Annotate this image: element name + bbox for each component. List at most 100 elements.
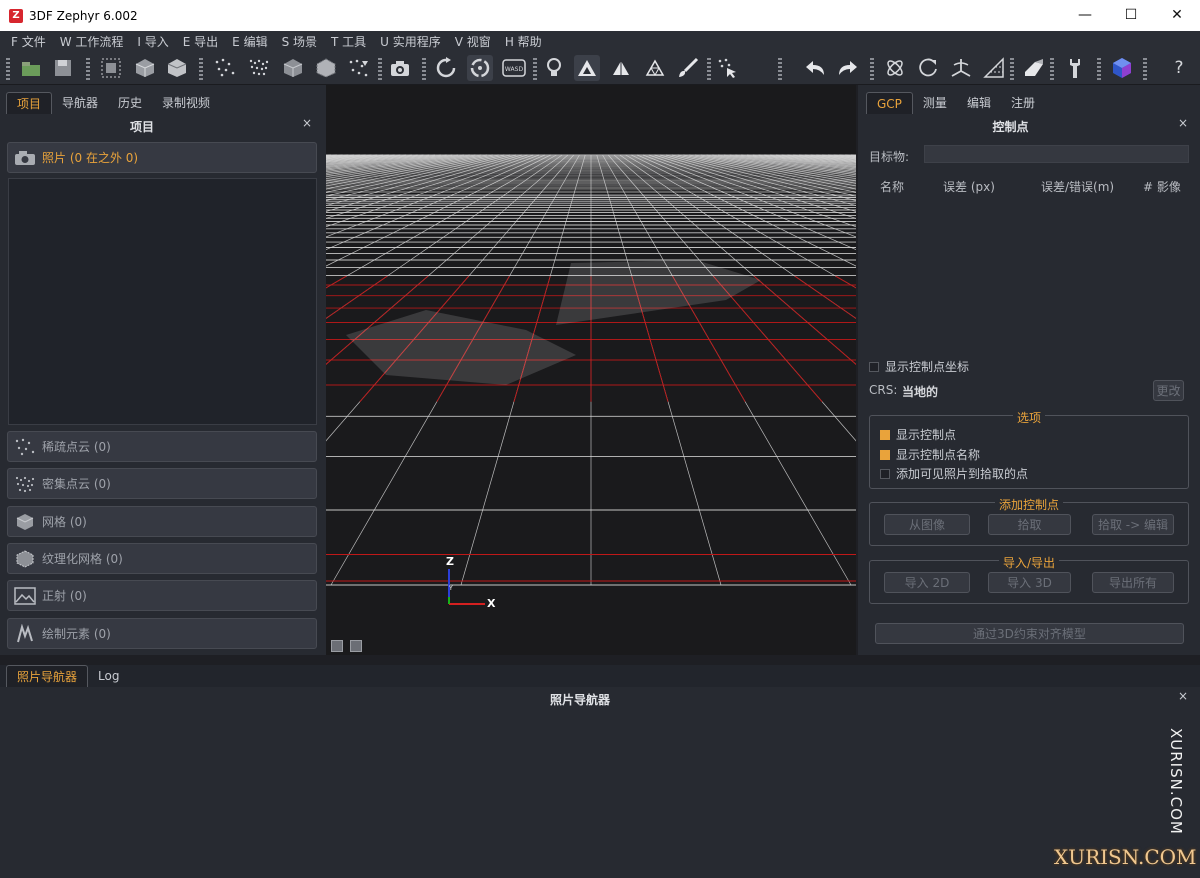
cube-logo-icon[interactable] — [1109, 55, 1135, 81]
shading-flat-icon[interactable] — [608, 55, 634, 81]
tab-record-video[interactable]: 录制视频 — [152, 92, 220, 114]
import-3d-button[interactable]: 导入 3D — [988, 572, 1071, 593]
menu-tools[interactable]: T 工具 — [324, 33, 373, 50]
tab-project[interactable]: 项目 — [6, 92, 53, 114]
undo-icon[interactable] — [802, 55, 828, 81]
gizmo-icon[interactable] — [948, 55, 974, 81]
menu-export[interactable]: E 导出 — [176, 33, 225, 50]
col-name[interactable]: 名称 — [880, 178, 904, 195]
draw-elements-label: 绘制元素 (0) — [42, 627, 111, 641]
import-2d-button[interactable]: 导入 2D — [884, 572, 970, 593]
menu-help[interactable]: H 帮助 — [498, 33, 549, 50]
menu-utilities[interactable]: U 实用程序 — [373, 33, 448, 50]
options-title: 选项 — [870, 409, 1188, 426]
textured-mesh-icon[interactable] — [313, 55, 339, 81]
wasd-icon[interactable]: WASD — [501, 55, 527, 81]
target-select[interactable] — [924, 145, 1189, 163]
pick-edit-button[interactable]: 拾取 -> 编辑 — [1092, 514, 1174, 535]
select-tool-icon[interactable] — [714, 55, 740, 81]
camera-icon — [14, 149, 36, 167]
mesh-icon[interactable] — [280, 55, 306, 81]
ground-grid — [326, 85, 856, 655]
checkbox-box — [869, 361, 879, 372]
orbit-icon[interactable] — [433, 55, 459, 81]
help-icon[interactable]: ? — [1166, 55, 1192, 81]
main-toolbar: WASD ? — [0, 52, 1200, 85]
pan-icon[interactable] — [467, 55, 493, 81]
viewport-corner-button-2[interactable] — [350, 640, 362, 652]
col-error-m[interactable]: 误差/错误(m) — [1041, 178, 1114, 195]
col-images[interactable]: # 影像 — [1143, 178, 1181, 195]
brush-icon[interactable] — [675, 55, 701, 81]
tab-gcp[interactable]: GCP — [866, 92, 913, 114]
atom-icon[interactable] — [882, 55, 908, 81]
control-points-close-icon[interactable]: × — [1178, 116, 1188, 130]
menu-edit[interactable]: E 编辑 — [225, 33, 274, 50]
wrench-icon[interactable] — [1062, 55, 1088, 81]
change-crs-button[interactable]: 更改 — [1153, 380, 1184, 401]
tab-measure[interactable]: 测量 — [913, 92, 957, 114]
shading-wire-icon[interactable] — [642, 55, 668, 81]
lift-icon[interactable] — [1021, 55, 1047, 81]
mesh-section[interactable]: 网格 (0) — [7, 506, 317, 537]
project-close-icon[interactable]: × — [302, 116, 312, 130]
cube-solid-icon[interactable] — [164, 55, 190, 81]
tab-history[interactable]: 历史 — [108, 92, 152, 114]
photo-navigator-area[interactable] — [0, 687, 1200, 878]
menu-workflow[interactable]: W 工作流程 — [53, 33, 131, 50]
tab-photo-navigator[interactable]: 照片导航器 — [6, 665, 89, 687]
tab-register[interactable]: 注册 — [1001, 92, 1045, 114]
show-coords-checkbox[interactable]: 显示控制点坐标 — [869, 358, 969, 375]
menu-file[interactable]: F 文件 — [4, 33, 53, 50]
add-gcp-title: 添加控制点 — [870, 496, 1188, 513]
cube-icon[interactable] — [132, 55, 158, 81]
horizon-fade — [326, 85, 856, 137]
measure-icon[interactable] — [981, 55, 1007, 81]
toolbar-separator — [378, 58, 382, 80]
show-gcp-names-checkbox[interactable]: 显示控制点名称 — [880, 446, 980, 463]
draw-elements-section[interactable]: 绘制元素 (0) — [7, 618, 317, 649]
cloud-select-icon[interactable] — [346, 55, 372, 81]
viewport-corner-button-1[interactable] — [331, 640, 343, 652]
3d-viewport[interactable]: Z X Y — [326, 85, 856, 655]
tab-navigator[interactable]: 导航器 — [52, 92, 108, 114]
sparse-cloud-label: 稀疏点云 (0) — [42, 440, 111, 454]
export-all-button[interactable]: 导出所有 — [1092, 572, 1174, 593]
control-points-title: 控制点 — [992, 120, 1029, 134]
close-window-button[interactable]: ✕ — [1154, 0, 1200, 31]
camera-icon[interactable] — [387, 55, 413, 81]
pick-button[interactable]: 拾取 — [988, 514, 1071, 535]
sparse-cloud-icon[interactable] — [212, 55, 238, 81]
toolbar-grip — [6, 58, 10, 80]
maximize-button[interactable]: ☐ — [1108, 0, 1154, 31]
shading-solid-icon[interactable] — [574, 55, 600, 81]
redo-icon[interactable] — [835, 55, 861, 81]
col-error-px[interactable]: 误差 (px) — [943, 178, 995, 195]
checkbox-checked — [880, 429, 890, 440]
light-icon[interactable] — [541, 55, 567, 81]
dense-cloud-icon[interactable] — [246, 55, 272, 81]
sparse-cloud-section[interactable]: 稀疏点云 (0) — [7, 431, 317, 462]
rotate-icon[interactable] — [915, 55, 941, 81]
dense-grid-icon[interactable] — [98, 55, 124, 81]
menu-view[interactable]: V 视窗 — [448, 33, 498, 50]
photo-list[interactable] — [8, 178, 317, 425]
dense-cloud-section[interactable]: 密集点云 (0) — [7, 468, 317, 499]
photo-navigator-close-icon[interactable]: × — [1178, 689, 1188, 703]
show-gcp-checkbox[interactable]: 显示控制点 — [880, 426, 956, 443]
menu-scene[interactable]: S 场景 — [275, 33, 324, 50]
ortho-section[interactable]: 正射 (0) — [7, 580, 317, 611]
tab-edit[interactable]: 编辑 — [957, 92, 1001, 114]
tab-log[interactable]: Log — [88, 665, 129, 687]
textured-mesh-section[interactable]: 纹理化网格 (0) — [7, 543, 317, 574]
open-project-icon[interactable] — [18, 55, 44, 81]
textured-mesh-label: 纹理化网格 (0) — [42, 552, 123, 566]
toolbar-separator — [199, 58, 203, 80]
save-icon[interactable] — [50, 55, 76, 81]
menu-import[interactable]: I 导入 — [130, 33, 175, 50]
align-by-3d-constraints-button[interactable]: 通过3D约束对齐模型 — [875, 623, 1184, 644]
add-visible-photos-checkbox[interactable]: 添加可见照片到拾取的点 — [880, 465, 1028, 482]
minimize-button[interactable]: — — [1062, 0, 1108, 31]
photos-section[interactable]: 照片 (0 在之外 0) — [7, 142, 317, 173]
from-image-button[interactable]: 从图像 — [884, 514, 970, 535]
